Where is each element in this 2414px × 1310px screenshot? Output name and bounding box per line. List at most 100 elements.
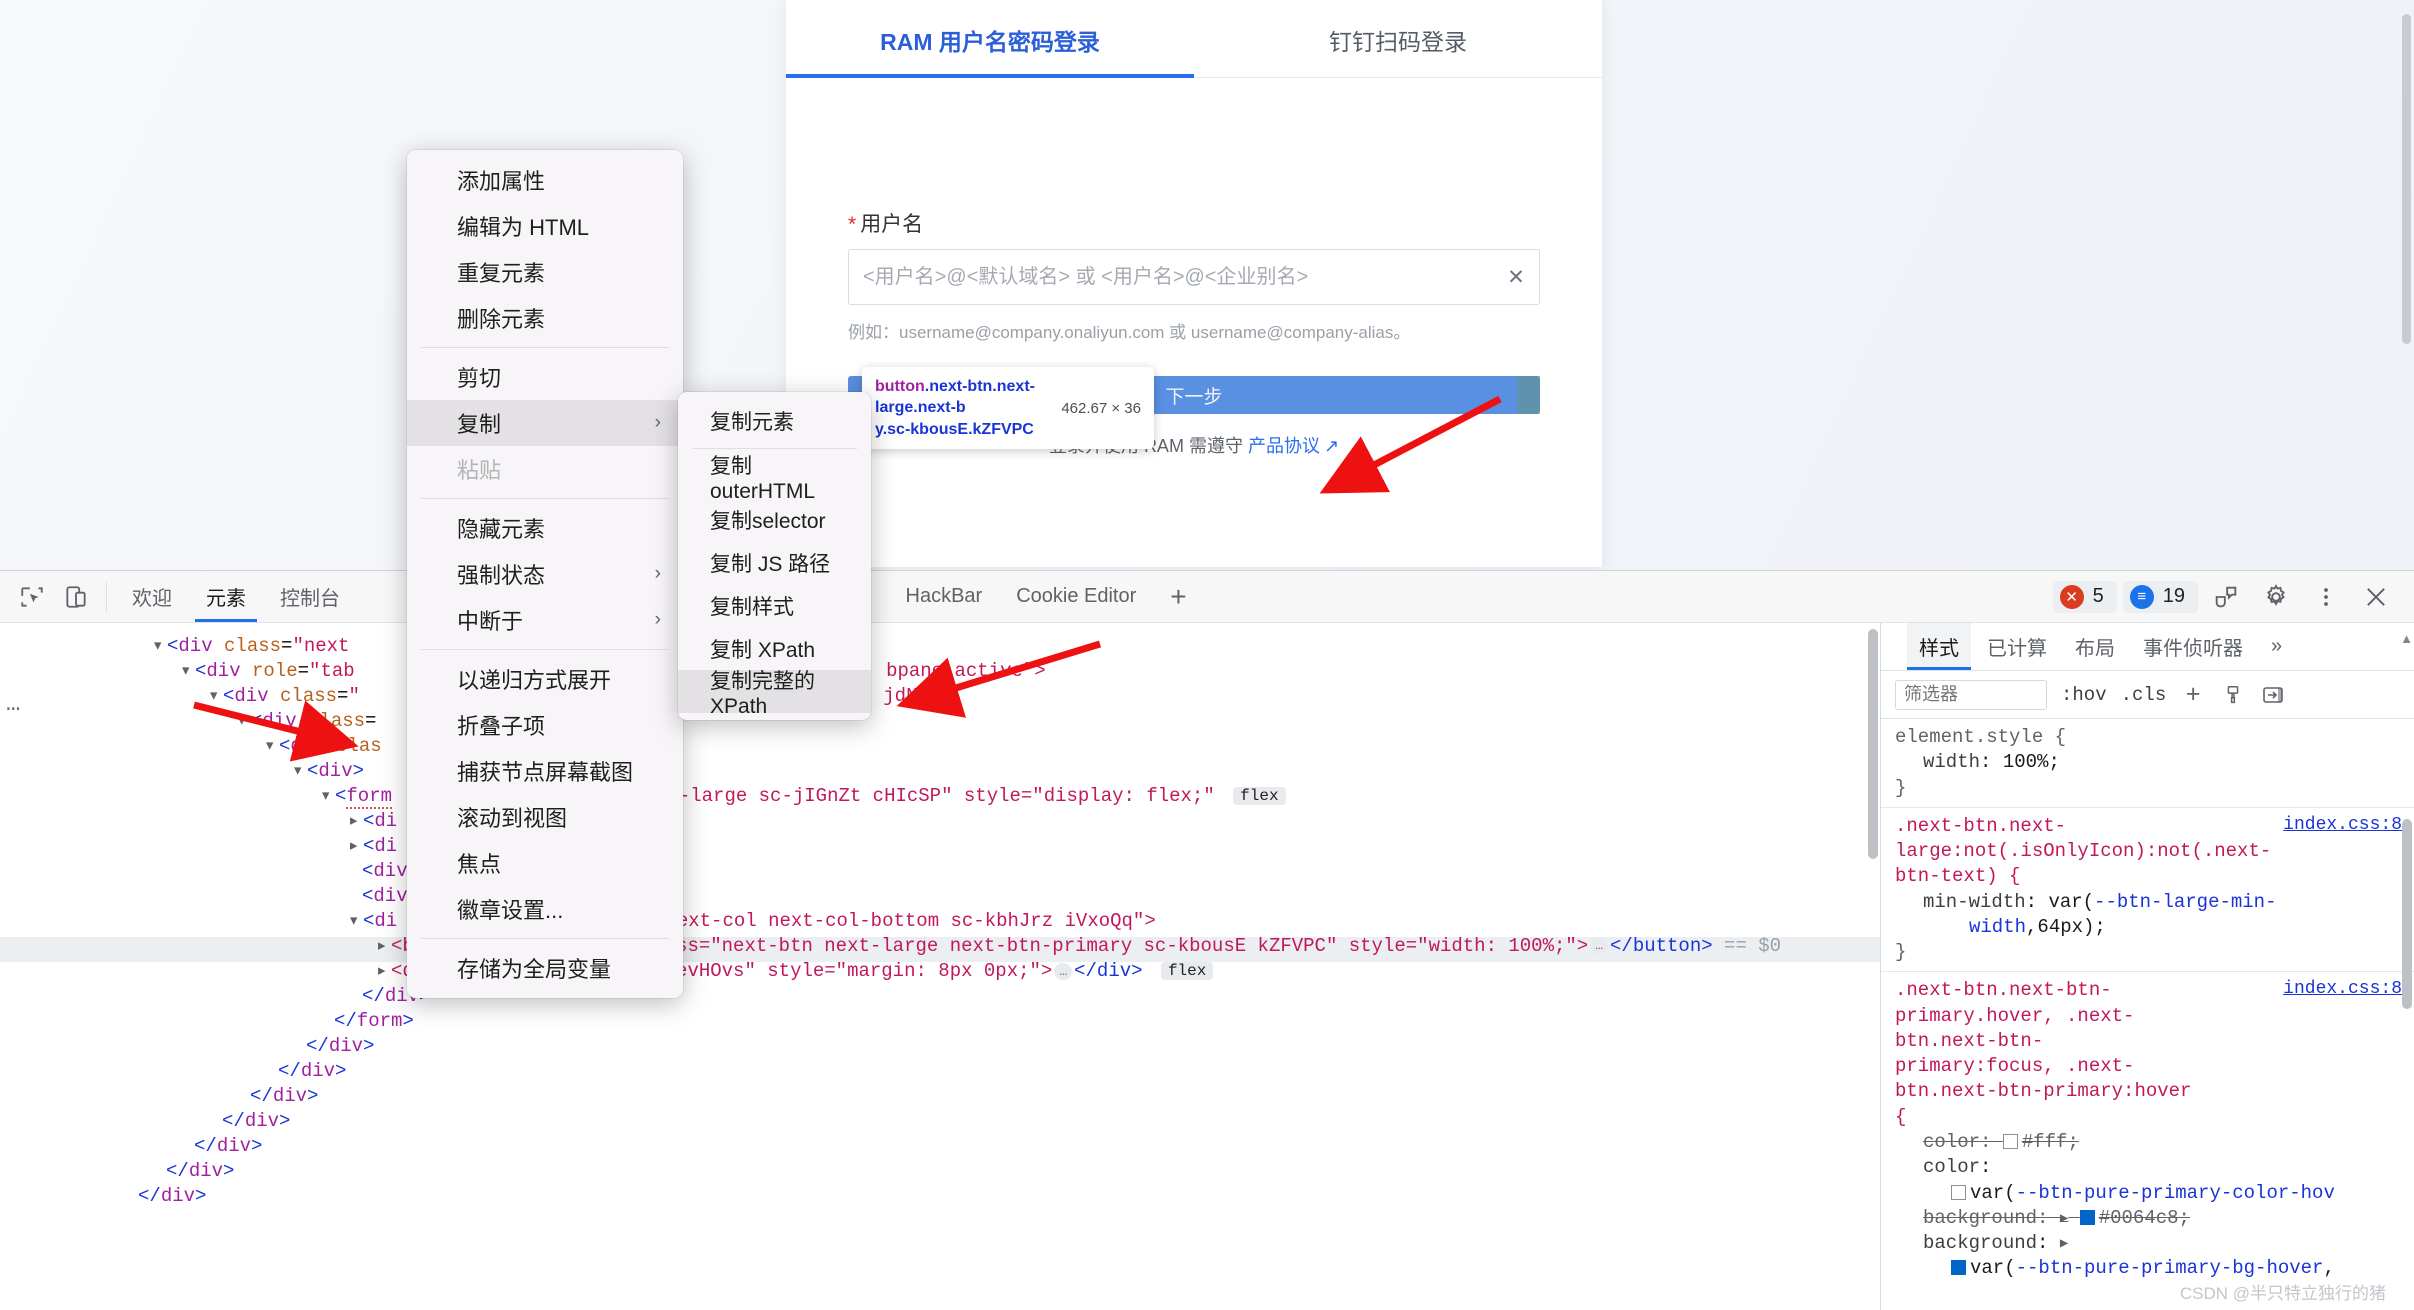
- dom-node[interactable]: <div class="next: [0, 637, 1880, 662]
- dom-node[interactable]: <div>: [0, 762, 1880, 787]
- dom-node[interactable]: <form t-form next-large sc-jIGnZt cHIcSP…: [0, 785, 1880, 812]
- tab-cookie-editor[interactable]: Cookie Editor: [999, 571, 1153, 622]
- style-rule[interactable]: index.css:8 .next-btn.next-large:not(.is…: [1881, 808, 2414, 973]
- dom-node[interactable]: <di "> … </div>: [0, 837, 1880, 862]
- menu-item-delete-element[interactable]: 删除元素: [407, 295, 683, 341]
- tab-console[interactable]: 控制台: [263, 571, 357, 622]
- style-rule-selector[interactable]: element.style {: [1895, 725, 2402, 750]
- dom-node[interactable]: <div class=" jdNk">: [0, 687, 1880, 712]
- twisty-icon[interactable]: [376, 937, 391, 956]
- toggle-element-state-button[interactable]: :hov: [2061, 684, 2107, 706]
- inspect-element-icon[interactable]: [10, 575, 54, 619]
- menu-item-break-on[interactable]: 中断于 ›: [407, 597, 683, 643]
- tab-elements[interactable]: 元素: [189, 571, 263, 622]
- styles-scrollbar[interactable]: [2402, 819, 2412, 1009]
- menu-item-copy[interactable]: 复制 ›: [407, 400, 683, 446]
- styles-filter-input[interactable]: [1895, 679, 2047, 710]
- twisty-icon[interactable]: [348, 812, 363, 831]
- twisty-icon[interactable]: [264, 737, 279, 756]
- style-prop-name[interactable]: background: [1923, 1207, 2037, 1229]
- product-agreement-link[interactable]: 产品协议: [1248, 436, 1320, 456]
- style-prop-name[interactable]: background: [1923, 1232, 2037, 1254]
- menu-item-capture-node-screenshot[interactable]: 捕获节点屏幕截图: [407, 748, 683, 794]
- clear-icon[interactable]: ✕: [1493, 265, 1539, 290]
- twisty-icon[interactable]: [208, 687, 223, 706]
- collapsed-children-icon[interactable]: …: [1054, 962, 1073, 980]
- flex-badge[interactable]: flex: [1233, 787, 1286, 805]
- twisty-icon[interactable]: [376, 962, 391, 981]
- menu-item-duplicate-element[interactable]: 重复元素: [407, 249, 683, 295]
- submenu-item-copy-styles[interactable]: 复制样式: [678, 584, 871, 627]
- color-swatch[interactable]: [2079, 1209, 2095, 1225]
- style-declaration-overridden[interactable]: color: #fff;: [1895, 1130, 2402, 1155]
- more-options-icon[interactable]: [2304, 575, 2348, 619]
- add-panel-button[interactable]: +: [1153, 571, 1203, 622]
- dom-node[interactable]: <div t"></div>: [0, 887, 1880, 912]
- color-swatch[interactable]: [1951, 1184, 1966, 1200]
- style-prop-value[interactable]: #fff: [2022, 1131, 2068, 1153]
- brush-icon[interactable]: [2220, 682, 2246, 708]
- color-swatch[interactable]: [1951, 1260, 1966, 1276]
- more-styles-tabs-icon[interactable]: »: [2259, 623, 2294, 670]
- menu-item-hide-element[interactable]: 隐藏元素: [407, 505, 683, 551]
- dom-node[interactable]: <div class="sc-168k6tv-0 evHOvs" style="…: [0, 962, 1880, 987]
- tab-layout[interactable]: 布局: [2063, 623, 2127, 670]
- submenu-item-copy-selector[interactable]: 复制selector: [678, 498, 871, 541]
- style-rule-selector[interactable]: .next-btn.next-btn-primary.hover, .next-…: [1895, 978, 2195, 1130]
- tab-hackbar[interactable]: HackBar: [889, 571, 1000, 622]
- device-toolbar-icon[interactable]: [54, 575, 98, 619]
- dom-node[interactable]: <div ig"></div>: [0, 862, 1880, 887]
- dom-node[interactable]: </form>: [0, 1012, 1880, 1037]
- info-counter[interactable]: ≡ 19: [2122, 580, 2198, 613]
- style-declaration[interactable]: background: ▶: [1895, 1231, 2402, 1256]
- twisty-icon[interactable]: [348, 837, 363, 856]
- style-prop-value[interactable]: 100%: [2003, 751, 2049, 773]
- style-prop-name[interactable]: color: [1923, 1156, 1980, 1178]
- twisty-icon[interactable]: [152, 637, 167, 656]
- dom-node[interactable]: <di: [0, 812, 1880, 837]
- dom-node[interactable]: </div>: [0, 987, 1880, 1012]
- submenu-item-copy-outerhtml[interactable]: 复制 outerHTML: [678, 455, 871, 503]
- style-prop-name[interactable]: min-width: [1923, 891, 2026, 913]
- tab-dingtalk-qr-login[interactable]: 钉钉扫码登录: [1194, 23, 1602, 77]
- dom-node[interactable]: <div class=: [0, 712, 1880, 737]
- expand-triangle-icon[interactable]: ▶: [2060, 1236, 2068, 1252]
- styles-scroll-up-icon[interactable]: ▲: [2400, 631, 2413, 646]
- twisty-icon[interactable]: [236, 712, 251, 731]
- style-prop-value[interactable]: var(--btn-pure-primary-color-hov: [1970, 1182, 2335, 1204]
- submenu-item-copy-full-xpath[interactable]: 复制完整的 XPath: [678, 670, 871, 718]
- styles-rules-list[interactable]: element.style { width: 100%; } index.css…: [1881, 719, 2414, 1310]
- style-prop-value[interactable]: var(--btn-pure-primary-bg-hover,: [1970, 1257, 2335, 1279]
- dom-node[interactable]: </div>: [0, 1062, 1880, 1087]
- dom-tree-pane[interactable]: … <div class="next <div role="tab bpane …: [0, 623, 1880, 1310]
- color-swatch[interactable]: [2002, 1133, 2018, 1149]
- style-rule-selector[interactable]: .next-btn.next-large:not(.isOnlyIcon):no…: [1895, 814, 2271, 890]
- dom-node[interactable]: </div>: [0, 1137, 1880, 1162]
- style-declaration[interactable]: color:: [1895, 1155, 2402, 1180]
- close-icon[interactable]: [2354, 575, 2398, 619]
- dom-node-selected[interactable]: <button type="button" class="next-btn ne…: [0, 937, 1880, 962]
- menu-item-edit-as-html[interactable]: 编辑为 HTML: [407, 203, 683, 249]
- dom-node[interactable]: </div>: [0, 1162, 1880, 1187]
- tab-ram-password-login[interactable]: RAM 用户名密码登录: [786, 23, 1194, 78]
- page-scrollbar[interactable]: [2402, 14, 2411, 344]
- menu-item-add-attribute[interactable]: 添加属性: [407, 157, 683, 203]
- dom-node[interactable]: <div clas: [0, 737, 1880, 762]
- dom-node[interactable]: <di ell" class="next-col next-col-bottom…: [0, 912, 1880, 937]
- submenu-item-copy-element[interactable]: 复制元素: [678, 399, 871, 442]
- menu-item-store-as-global-variable[interactable]: 存储为全局变量: [407, 945, 683, 991]
- style-declaration[interactable]: min-width: var(--btn-large-min-width,64p…: [1895, 890, 2402, 941]
- new-style-rule-button[interactable]: +: [2180, 680, 2206, 708]
- twisty-icon[interactable]: [320, 787, 335, 806]
- menu-item-force-state[interactable]: 强制状态 ›: [407, 551, 683, 597]
- username-input[interactable]: [849, 250, 1493, 304]
- tab-computed[interactable]: 已计算: [1975, 623, 2059, 670]
- menu-item-expand-recursively[interactable]: 以递归方式展开: [407, 656, 683, 702]
- dom-node[interactable]: </div>: [0, 1087, 1880, 1112]
- tab-welcome[interactable]: 欢迎: [115, 571, 189, 622]
- style-prop-name[interactable]: width: [1923, 751, 1980, 773]
- arrow-into-box-icon[interactable]: [2260, 682, 2286, 708]
- style-rule-source-link[interactable]: index.css:8: [2283, 814, 2402, 838]
- flex-badge[interactable]: flex: [1160, 962, 1214, 980]
- style-prop-value[interactable]: #0064c8: [2099, 1207, 2179, 1229]
